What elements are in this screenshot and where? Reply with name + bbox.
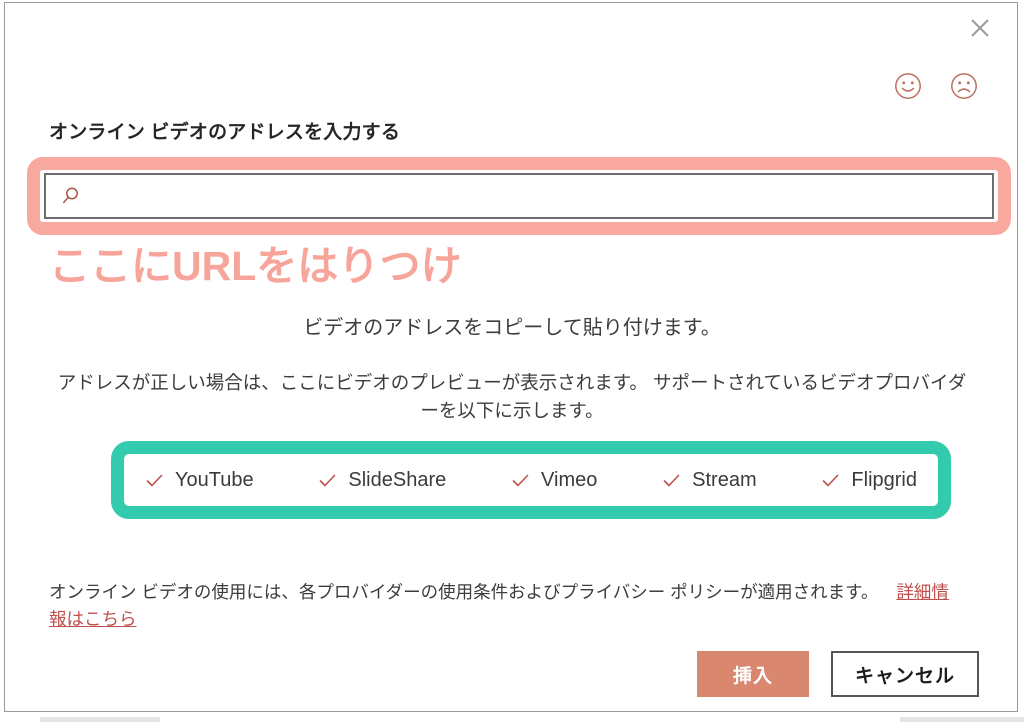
smiley-sad-icon[interactable] <box>949 71 979 101</box>
supported-providers-list: YouTube SlideShare Vimeo Stream Flipgrid <box>127 457 935 503</box>
provider-item: Vimeo <box>511 469 597 492</box>
check-icon <box>146 474 163 486</box>
insert-button[interactable]: 挿入 <box>696 651 809 697</box>
check-icon <box>663 474 680 486</box>
address-field-label: オンライン ビデオのアドレスを入力する <box>49 122 401 143</box>
address-input-wrapper[interactable] <box>44 173 994 219</box>
check-icon <box>320 474 336 486</box>
feedback-buttons <box>893 71 979 101</box>
provider-name: Stream <box>692 468 757 491</box>
check-icon <box>823 474 839 486</box>
check-icon <box>512 474 529 486</box>
dialog-actions: 挿入 キャンセル <box>696 651 979 697</box>
provider-name: SlideShare <box>348 468 447 491</box>
provider-name: Vimeo <box>541 468 598 491</box>
instruction-line-2: アドレスが正しい場合は、ここにビデオのプレビューが表示されます。 サポートされて… <box>57 372 967 421</box>
close-icon[interactable] <box>963 11 997 45</box>
paste-url-annotation: ここにURLをはりつけ <box>49 243 462 289</box>
legal-notice: オンライン ビデオの使用には、各プロバイダーの使用条件およびプライバシー ポリシ… <box>49 579 964 633</box>
provider-item: YouTube <box>145 469 254 492</box>
provider-name: Flipgrid <box>851 468 917 491</box>
underlying-page-sliver <box>0 714 1024 722</box>
address-input[interactable] <box>92 175 992 217</box>
online-video-dialog: オンライン ビデオのアドレスを入力する ここにURLをはりつけ ビデオのアドレス… <box>4 2 1018 712</box>
provider-item: Stream <box>662 468 757 492</box>
provider-item: Flipgrid <box>821 469 917 492</box>
provider-name: YouTube <box>175 468 254 491</box>
search-icon <box>63 187 78 204</box>
smiley-happy-icon[interactable] <box>893 71 923 101</box>
instruction-line-1: ビデオのアドレスをコピーして貼り付けます。 <box>303 317 721 339</box>
provider-item: SlideShare <box>318 469 446 492</box>
cancel-button[interactable]: キャンセル <box>830 651 979 697</box>
legal-notice-text: オンライン ビデオの使用には、各プロバイダーの使用条件およびプライバシー ポリシ… <box>49 582 879 602</box>
